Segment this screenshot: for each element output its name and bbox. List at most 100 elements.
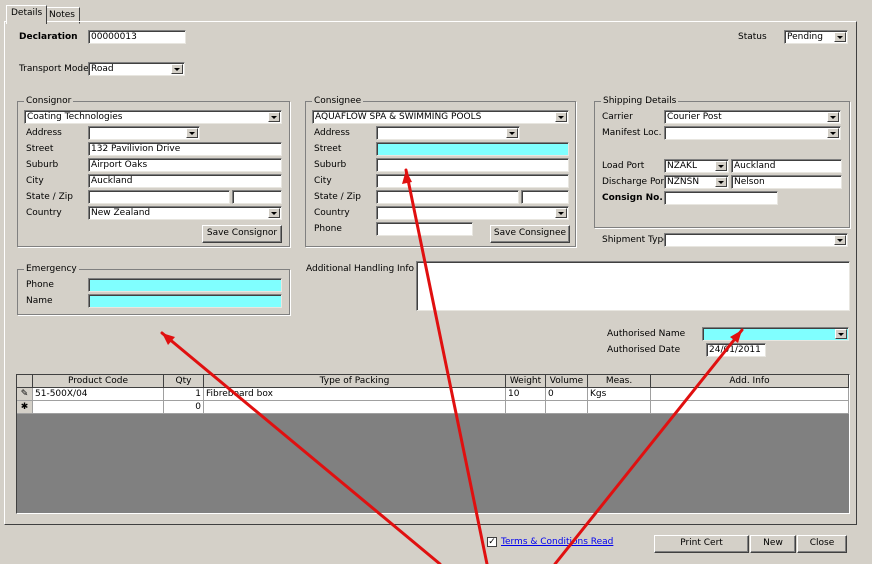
chevron-down-icon[interactable] — [715, 161, 727, 171]
consignor-address-select[interactable] — [88, 126, 200, 140]
consignee-title: Consignee — [312, 95, 364, 107]
product-code-cell[interactable] — [33, 401, 164, 414]
edit-row-icon: ✎ — [17, 388, 33, 401]
print-cert-button[interactable]: Print Cert — [654, 535, 749, 553]
emergency-name-label: Name — [26, 296, 53, 306]
consignee-name-value: AQUAFLOW SPA & SWIMMING POOLS — [315, 112, 482, 122]
qty-cell[interactable]: 0 — [164, 401, 204, 414]
weight-cell[interactable] — [506, 401, 546, 414]
emergency-phone-input[interactable] — [88, 278, 282, 292]
grid-header-product-code[interactable]: Product Code — [33, 375, 164, 388]
carrier-select[interactable]: Courier Post — [664, 110, 841, 124]
add-info-cell[interactable] — [651, 401, 849, 414]
chevron-down-icon[interactable] — [835, 329, 847, 339]
save-consignor-button[interactable]: Save Consignor — [202, 225, 282, 243]
consignee-zip-input[interactable] — [521, 190, 569, 204]
save-consignee-button[interactable]: Save Consignee — [490, 225, 570, 243]
consignor-suburb-label: Suburb — [26, 160, 59, 170]
authorised-date-label: Authorised Date — [607, 345, 681, 355]
grid-header-meas[interactable]: Meas. — [588, 375, 651, 388]
chevron-down-icon[interactable] — [268, 208, 280, 218]
new-row-icon: ✱ — [17, 401, 33, 414]
transport-mode-select[interactable]: Road — [88, 62, 185, 76]
chevron-down-icon[interactable] — [555, 112, 567, 122]
consignee-street-input[interactable] — [376, 142, 569, 156]
consignee-street-label: Street — [314, 144, 342, 154]
tab-details-label: Details — [11, 8, 43, 18]
consignee-phone-label: Phone — [314, 224, 342, 234]
consignor-street-input[interactable]: 132 Pavilivion Drive — [88, 142, 282, 156]
qty-cell[interactable]: 1 — [164, 388, 204, 401]
add-info-cell[interactable] — [651, 388, 849, 401]
load-port-name-input[interactable]: Auckland — [731, 159, 842, 173]
consignee-state-input[interactable] — [376, 190, 519, 204]
consignee-suburb-input[interactable] — [376, 158, 569, 172]
chevron-down-icon[interactable] — [171, 64, 183, 74]
authorised-date-input[interactable]: 24/01/2011 — [706, 343, 766, 357]
consignee-name-select[interactable]: AQUAFLOW SPA & SWIMMING POOLS — [312, 110, 569, 124]
chevron-down-icon[interactable] — [715, 177, 727, 187]
authorised-name-select[interactable] — [702, 327, 849, 341]
volume-cell[interactable]: 0 — [546, 388, 588, 401]
volume-cell[interactable] — [546, 401, 588, 414]
status-select[interactable]: Pending — [784, 30, 848, 44]
emergency-name-input[interactable] — [88, 294, 282, 308]
consignor-country-select[interactable]: New Zealand — [88, 206, 282, 220]
discharge-port-code-select[interactable]: NZNSN — [664, 175, 729, 189]
consignor-country-value: New Zealand — [91, 208, 151, 218]
grid-header-corner — [17, 375, 33, 388]
chevron-down-icon[interactable] — [834, 235, 846, 245]
chevron-down-icon[interactable] — [834, 32, 846, 42]
consignee-city-input[interactable] — [376, 174, 569, 188]
chevron-down-icon[interactable] — [506, 128, 518, 138]
consignor-city-input[interactable]: Auckland — [88, 174, 282, 188]
chevron-down-icon[interactable] — [827, 112, 839, 122]
discharge-port-name-input[interactable]: Nelson — [731, 175, 842, 189]
shipment-type-select[interactable] — [664, 233, 848, 247]
meas-cell[interactable] — [588, 401, 651, 414]
declaration-input[interactable]: 00000013 — [88, 30, 186, 44]
new-button[interactable]: New — [750, 535, 796, 553]
consign-no-input[interactable] — [664, 191, 778, 205]
emergency-phone-label: Phone — [26, 280, 54, 290]
close-button[interactable]: Close — [797, 535, 847, 553]
product-grid[interactable]: Product Code Qty Type of Packing Weight … — [16, 374, 850, 514]
discharge-port-label: Discharge Port — [602, 177, 668, 187]
grid-header-packing[interactable]: Type of Packing — [204, 375, 506, 388]
chevron-down-icon[interactable] — [186, 128, 198, 138]
tab-details[interactable]: Details — [6, 5, 48, 24]
emergency-group: Emergency — [17, 263, 290, 315]
consignor-suburb-input[interactable]: Airport Oaks — [88, 158, 282, 172]
load-port-code-value: NZAKL — [667, 161, 697, 171]
consignor-country-label: Country — [26, 208, 62, 218]
consignor-zip-input[interactable] — [232, 190, 282, 204]
handling-info-textarea[interactable] — [416, 261, 850, 311]
packing-cell[interactable]: Fibreboard box — [204, 388, 506, 401]
consignee-address-select[interactable] — [376, 126, 520, 140]
chevron-down-icon[interactable] — [555, 208, 567, 218]
grid-header-weight[interactable]: Weight — [506, 375, 546, 388]
consignee-phone-input[interactable] — [376, 222, 473, 236]
chevron-down-icon[interactable] — [268, 112, 280, 122]
grid-header-qty[interactable]: Qty — [164, 375, 204, 388]
grid-header-volume[interactable]: Volume — [546, 375, 588, 388]
consignor-state-label: State / Zip — [26, 192, 73, 202]
weight-cell[interactable]: 10 — [506, 388, 546, 401]
manifest-loc-select[interactable] — [664, 126, 841, 140]
chevron-down-icon[interactable] — [827, 128, 839, 138]
authorised-name-label: Authorised Name — [607, 329, 686, 339]
meas-cell[interactable]: Kgs — [588, 388, 651, 401]
terms-checkbox[interactable]: ✓ — [487, 537, 497, 547]
status-label: Status — [738, 32, 767, 42]
load-port-code-select[interactable]: NZAKL — [664, 159, 729, 173]
load-port-label: Load Port — [602, 161, 645, 171]
transport-mode-label: Transport Mode — [19, 64, 89, 74]
packing-cell[interactable] — [204, 401, 506, 414]
product-code-cell[interactable]: 51-500X/04 — [33, 388, 164, 401]
declaration-label: Declaration — [19, 32, 78, 42]
consignee-country-select[interactable] — [376, 206, 569, 220]
consignor-name-select[interactable]: Coating Technologies — [24, 110, 282, 124]
terms-link[interactable]: Terms & Conditions Read — [501, 536, 613, 549]
consignor-state-input[interactable] — [88, 190, 230, 204]
grid-header-add-info[interactable]: Add. Info — [651, 375, 849, 388]
